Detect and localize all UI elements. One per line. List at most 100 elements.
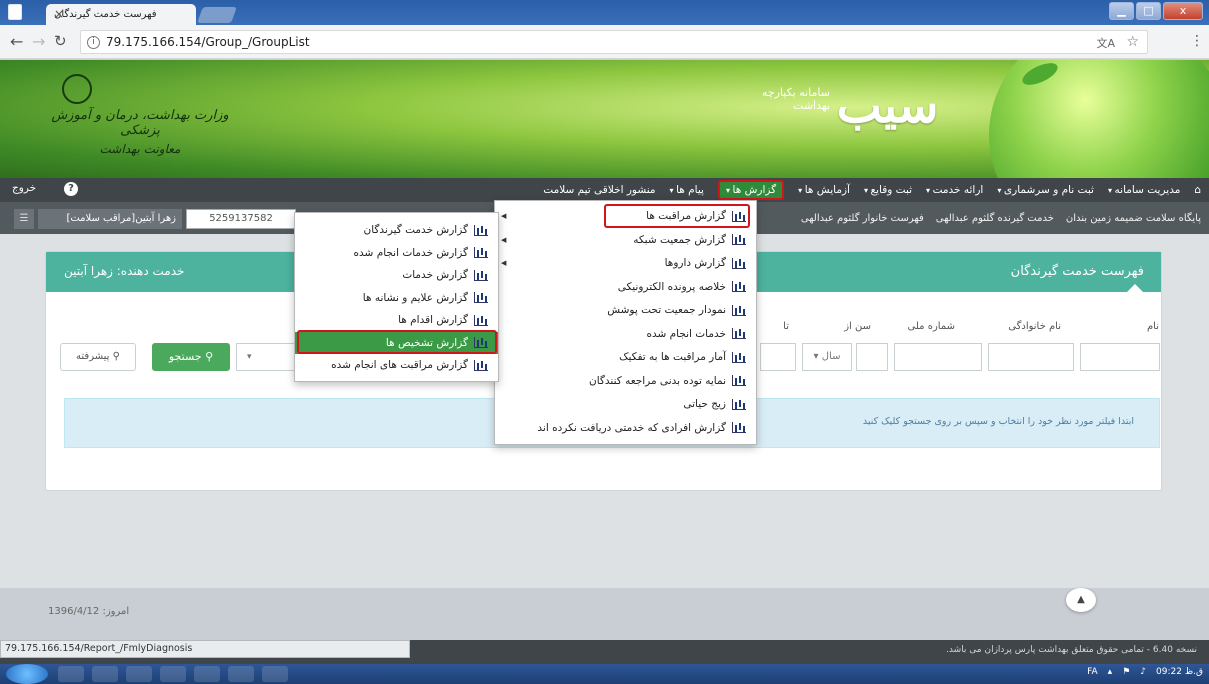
user-icon[interactable]: ☰ bbox=[14, 209, 34, 229]
maximize-icon[interactable]: □ bbox=[1136, 2, 1161, 20]
reports-menu-item[interactable]: گزارش جمعیت شبکه ◀ bbox=[495, 229, 756, 251]
breadcrumb: پایگاه سلامت ضمیمه زمین بندان خدمت گیرنده… bbox=[801, 202, 1201, 234]
menu-item-label: نمایه توده بدنی مراجعه کنندگان bbox=[588, 374, 726, 387]
age-unit-select[interactable]: سال ▾ bbox=[802, 343, 852, 371]
url-text: 79.175.166.154/Group_/GroupList bbox=[106, 35, 310, 49]
reports-menu-item[interactable]: خلاصه پرونده الکترونیکی bbox=[495, 276, 756, 298]
tray-arrow-icon[interactable]: ▴ bbox=[1108, 667, 1113, 677]
national-id-field[interactable]: 5259137582 bbox=[186, 209, 296, 229]
breadcrumb-item[interactable]: فهرست خانوار گلثوم عبدالهی bbox=[801, 213, 924, 224]
reports-menu-item[interactable]: گزارش داروها ◀ bbox=[495, 252, 756, 274]
menu-item-label: گزارش داروها bbox=[664, 257, 726, 269]
age-from-input[interactable] bbox=[856, 343, 888, 371]
menu-item-label: گزارش خدمات انجام شده bbox=[353, 246, 468, 259]
search-icon: ⚲ bbox=[205, 350, 214, 363]
reports-menu: گزارش مراقبت ها ◀ گزارش جمعیت شبکه ◀ گزارش د… bbox=[494, 200, 757, 445]
media-icon[interactable] bbox=[126, 666, 152, 682]
nav-item[interactable]: آزمایش ها bbox=[798, 184, 850, 196]
bar-chart-icon bbox=[474, 359, 488, 371]
info-icon[interactable]: i bbox=[87, 35, 100, 49]
menu-item-label: گزارش خدمت گیرندگان bbox=[363, 224, 468, 236]
kebab-menu-icon[interactable]: ⋮ bbox=[1190, 33, 1204, 49]
care-submenu-item[interactable]: گزارش اقدام ها bbox=[295, 309, 498, 331]
reports-menu-item[interactable]: نمودار جمعیت تحت پوشش bbox=[495, 299, 756, 321]
care-submenu-item[interactable]: گزارش مراقبت های انجام شده bbox=[295, 354, 498, 376]
tab-close-icon[interactable]: × bbox=[54, 7, 64, 21]
back-arrow-icon[interactable]: ← bbox=[10, 32, 23, 51]
nav-item[interactable]: ثبت نام و سرشماری bbox=[997, 184, 1094, 196]
menu-item-label: گزارش اقدام ها bbox=[398, 314, 468, 326]
reports-menu-item[interactable]: گزارش افرادی که خدمتی دریافت نکرده اند bbox=[495, 417, 756, 439]
first-name-label: نام bbox=[1146, 321, 1159, 332]
iran-emblem-icon bbox=[62, 74, 92, 104]
chrome-icon[interactable] bbox=[160, 666, 186, 682]
care-submenu-item[interactable]: گزارش خدمات bbox=[295, 264, 498, 286]
age-from-label: سن از bbox=[844, 321, 871, 332]
ie-icon[interactable] bbox=[58, 666, 84, 682]
search-button[interactable]: ⚲ جستجو bbox=[152, 343, 230, 371]
nav-item[interactable]: گزارش ها bbox=[717, 180, 785, 200]
user-role-dropdown[interactable]: زهرا آبتین[مراقب سلامت] bbox=[38, 209, 182, 229]
reports-menu-item[interactable]: زیج حیاتی bbox=[495, 393, 756, 415]
provider-label: خدمت دهنده: زهرا آبتین bbox=[64, 264, 185, 278]
windows-taskbar: FA ▴ ⚑ ♪ 09:22 ق.ظ bbox=[0, 664, 1209, 684]
reports-menu-item[interactable]: آمار مراقبت ها به تفکیک bbox=[495, 346, 756, 368]
word-icon[interactable] bbox=[262, 666, 288, 682]
flag-icon[interactable]: ⚑ bbox=[1122, 667, 1130, 677]
explorer-icon[interactable] bbox=[92, 666, 118, 682]
start-button[interactable] bbox=[6, 664, 48, 684]
logout-label: خروج bbox=[12, 182, 37, 194]
last-name-input[interactable] bbox=[988, 343, 1074, 371]
app-icon[interactable] bbox=[194, 666, 220, 682]
nav-item[interactable]: مدیریت سامانه bbox=[1108, 184, 1181, 196]
bar-chart-icon bbox=[732, 257, 746, 269]
url-input[interactable]: i 79.175.166.154/Group_/GroupList 文A ☆ bbox=[80, 30, 1148, 54]
highlight-box bbox=[297, 330, 497, 354]
nav-item[interactable]: پیام ها bbox=[670, 184, 704, 196]
breadcrumb-item[interactable]: پایگاه سلامت ضمیمه زمین بندان bbox=[1066, 213, 1201, 224]
home-icon[interactable]: ⌂ bbox=[1194, 184, 1201, 196]
volume-icon[interactable]: ♪ bbox=[1140, 667, 1146, 677]
breadcrumb-item[interactable]: خدمت گیرنده گلثوم عبدالهی bbox=[936, 213, 1054, 224]
browser-tab[interactable]: × فهرست خدمت گیرندگان bbox=[46, 4, 196, 25]
logout-link[interactable]: خروج bbox=[12, 182, 36, 194]
care-submenu-item[interactable]: گزارش خدمات انجام شده bbox=[295, 242, 498, 264]
nav-item[interactable]: ارائه خدمت bbox=[926, 184, 984, 196]
reload-icon[interactable]: ↻ bbox=[54, 32, 67, 50]
today-date: امروز: 1396/4/12 bbox=[48, 606, 130, 617]
scroll-top-icon[interactable]: ▲ bbox=[1066, 588, 1096, 612]
first-name-input[interactable] bbox=[1080, 343, 1160, 371]
copyright-text: نسخه 6.40 - تمامی حقوق متعلق بهداشت پارس… bbox=[946, 645, 1197, 655]
bar-chart-icon bbox=[474, 269, 488, 281]
status-bar-url: 79.175.166.154/Report_/FmlyDiagnosis bbox=[0, 640, 410, 658]
help-icon[interactable]: ? bbox=[64, 182, 78, 196]
national-code-input[interactable] bbox=[894, 343, 982, 371]
bar-chart-icon bbox=[474, 314, 488, 326]
care-submenu-item[interactable]: گزارش خدمت گیرندگان bbox=[295, 219, 498, 241]
bar-chart-icon bbox=[732, 281, 746, 292]
ministry-deputy: معاونت بهداشت bbox=[99, 142, 181, 156]
close-window-icon[interactable]: x bbox=[1163, 2, 1203, 20]
reports-menu-item[interactable]: خدمات انجام شده bbox=[495, 323, 756, 345]
filter-select[interactable]: ▾ bbox=[236, 343, 296, 371]
reports-menu-item[interactable]: نمایه توده بدنی مراجعه کنندگان bbox=[495, 370, 756, 392]
clock[interactable]: 09:22 ق.ظ bbox=[1156, 667, 1203, 677]
menu-item-label: زیج حیاتی bbox=[683, 398, 726, 410]
tab-title: فهرست خدمت گیرندگان bbox=[54, 9, 157, 20]
nav-item[interactable]: منشور اخلاقی تیم سلامت bbox=[543, 184, 655, 196]
advanced-search-button[interactable]: ⚲ پیشرفته bbox=[60, 343, 136, 371]
minimize-icon[interactable]: ▁ bbox=[1109, 2, 1134, 20]
care-submenu-item[interactable]: گزارش علایم و نشانه ها bbox=[295, 287, 498, 309]
menu-item-label: گزارش علایم و نشانه ها bbox=[362, 291, 468, 304]
ministry-logo: وزارت بهداشت، درمان و آموزش پزشکی معاونت… bbox=[40, 108, 240, 156]
translate-icon[interactable]: 文A bbox=[1096, 35, 1115, 51]
nav-item[interactable]: ثبت وقایع bbox=[864, 184, 913, 196]
bookmark-star-icon[interactable]: ☆ bbox=[1126, 34, 1139, 50]
forward-arrow-icon[interactable]: → bbox=[32, 32, 45, 51]
menu-item-label: آمار مراقبت ها به تفکیک bbox=[619, 351, 726, 363]
new-tab-button[interactable] bbox=[197, 7, 237, 23]
submenu-arrow-icon: ◀ bbox=[501, 235, 507, 244]
age-to-input[interactable] bbox=[760, 343, 796, 371]
language-indicator[interactable]: FA bbox=[1087, 667, 1098, 677]
outlook-icon[interactable] bbox=[228, 666, 254, 682]
